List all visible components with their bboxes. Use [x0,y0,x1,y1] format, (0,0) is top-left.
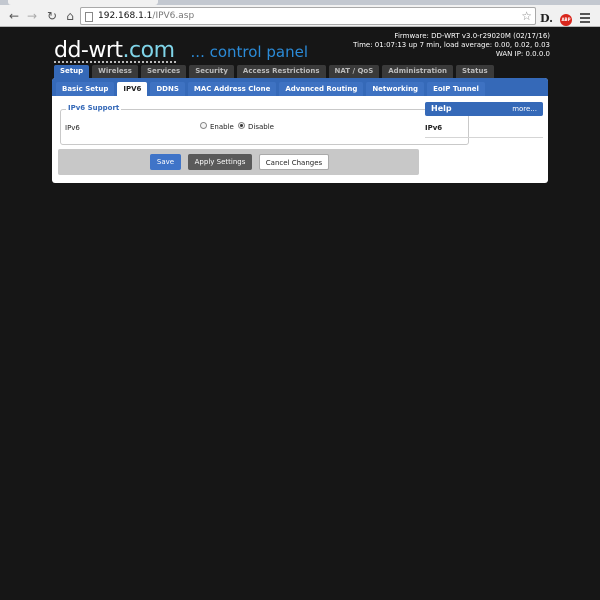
ipv6-enable-label[interactable]: Enable [210,123,234,131]
help-title: Help [431,104,452,113]
reload-icon[interactable]: ↻ [44,8,60,24]
ipv6-disable-radio[interactable] [238,122,245,129]
ipv6-field-label: IPv6 [65,124,80,132]
tab-setup[interactable]: Setup [54,65,90,78]
tab-security[interactable]: Security [189,65,234,78]
tab-access-restrictions[interactable]: Access Restrictions [236,65,326,78]
section-legend: IPv6 Support [66,104,122,112]
save-button[interactable]: Save [150,154,181,170]
firmware-version: Firmware: DD-WRT v3.0-r29020M (02/17/16) [394,32,550,40]
wan-ip: WAN IP: 0.0.0.0 [495,50,550,58]
ipv6-disable-label[interactable]: Disable [248,123,274,131]
cancel-changes-button[interactable]: Cancel Changes [259,154,329,170]
help-divider [425,137,543,138]
forward-icon[interactable]: → [24,8,40,24]
url-host: 192.168.1.1 [98,11,153,21]
tab-status[interactable]: Status [456,65,494,78]
tab-wireless[interactable]: Wireless [92,65,138,78]
browser-menu-icon[interactable] [580,13,590,25]
adblock-icon[interactable]: ABP [560,14,572,26]
browser-toolbar: ← → ↻ ⌂ 192.168.1.1/IPV6.asp ☆ D. ABP [0,5,600,27]
help-panel: Help more... IPv6 [425,102,543,138]
help-header: Help more... [425,102,543,116]
main-nav: Setup Wireless Services Security Access … [54,65,497,78]
subtab-eoip-tunnel[interactable]: EoIP Tunnel [427,82,485,96]
ddwrt-logo: dd-wrt.com ... control panel [54,38,308,63]
firmware-info: Firmware: DD-WRT v3.0-r29020M (02/17/16)… [353,32,550,59]
url-path: /IPV6.asp [152,11,195,21]
uptime-info: Time: 01:07:13 up 7 min, load average: 0… [353,41,550,49]
back-icon[interactable]: ← [6,8,22,24]
tab-services[interactable]: Services [140,65,187,78]
extension-d-icon[interactable]: D. [540,12,553,25]
logo-control-panel: ... control panel [190,43,308,61]
subtab-basic-setup[interactable]: Basic Setup [56,82,115,96]
logo-brand: dd-wrt.com [54,38,175,63]
subtab-advanced-routing[interactable]: Advanced Routing [279,82,364,96]
content-panel: Basic Setup IPV6 DDNS MAC Address Clone … [52,78,548,183]
ipv6-support-section: IPv6 Support IPv6 Enable Disable [60,104,469,145]
subtab-mac-address-clone[interactable]: MAC Address Clone [187,82,277,96]
help-more-link[interactable]: more... [512,102,537,116]
address-bar[interactable]: 192.168.1.1/IPV6.asp ☆ [80,7,536,25]
subtab-ipv6[interactable]: IPV6 [117,82,148,96]
button-bar: Save Apply Settings Cancel Changes [58,149,419,175]
apply-settings-button[interactable]: Apply Settings [188,154,252,170]
tab-administration[interactable]: Administration [382,65,453,78]
tab-nat-qos[interactable]: NAT / QoS [328,65,380,78]
subtab-networking[interactable]: Networking [366,82,425,96]
page-icon [85,12,93,22]
address-url: 192.168.1.1/IPV6.asp [98,11,194,21]
logo-stripe [54,61,176,63]
subtab-ddns[interactable]: DDNS [150,82,185,96]
home-icon[interactable]: ⌂ [62,8,78,24]
logo-dotcom: .com [122,38,175,63]
logo-main: dd-wrt [54,38,123,63]
bookmark-star-icon[interactable]: ☆ [521,8,532,24]
ipv6-enable-radio[interactable] [200,122,207,129]
sub-nav: Basic Setup IPV6 DDNS MAC Address Clone … [52,78,548,96]
help-topic: IPv6 [425,124,443,132]
